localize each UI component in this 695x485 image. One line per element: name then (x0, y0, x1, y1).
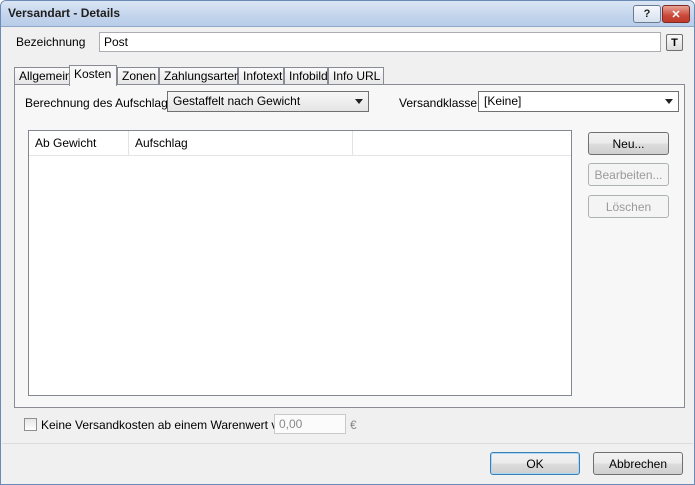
cancel-button[interactable]: Abbrechen (593, 452, 683, 475)
tab-zonen[interactable]: Zonen (117, 67, 159, 85)
help-button[interactable]: ? (633, 5, 661, 23)
weight-table[interactable]: Ab Gewicht Aufschlag (28, 130, 572, 396)
tab-kosten[interactable]: Kosten (69, 65, 117, 86)
delete-button[interactable]: Löschen (588, 195, 669, 218)
free-shipping-amount-input[interactable]: 0,00 (274, 414, 346, 434)
calc-label: Berechnung des Aufschlags: (25, 96, 178, 110)
title-bar[interactable]: Versandart - Details ? ✕ (1, 1, 694, 27)
ok-button[interactable]: OK (490, 452, 580, 475)
class-select[interactable]: [Keine] (478, 91, 679, 112)
name-label: Bezeichnung (16, 35, 86, 49)
window-title: Versandart - Details (8, 6, 121, 20)
class-label: Versandklasse: (399, 96, 481, 110)
translate-button[interactable]: T (666, 34, 683, 51)
dialog-window: Versandart - Details ? ✕ Bezeichnung Pos… (0, 0, 695, 485)
tab-info-url[interactable]: Info URL (328, 67, 384, 85)
tab-zahlungsarten[interactable]: Zahlungsarten (159, 67, 241, 85)
free-shipping-label: Keine Versandkosten ab einem Warenwert v… (41, 418, 291, 432)
close-button[interactable]: ✕ (662, 5, 690, 23)
chevron-down-icon (665, 99, 673, 104)
free-shipping-checkbox[interactable] (24, 418, 37, 431)
column-header-ab-gewicht[interactable]: Ab Gewicht (29, 131, 129, 155)
tab-infobild[interactable]: Infobild (284, 67, 328, 85)
edit-button[interactable]: Bearbeiten... (588, 163, 669, 186)
column-header-empty (353, 131, 571, 155)
column-header-aufschlag[interactable]: Aufschlag (129, 131, 353, 155)
class-select-value: [Keine] (484, 94, 522, 108)
name-input[interactable]: Post (99, 32, 661, 52)
chevron-down-icon (355, 99, 363, 104)
tab-allgemein[interactable]: Allgemein (14, 67, 72, 85)
table-header: Ab Gewicht Aufschlag (29, 131, 571, 156)
calc-select-value: Gestaffelt nach Gewicht (173, 94, 301, 108)
footer-divider (2, 443, 693, 444)
currency-label: € (350, 418, 357, 432)
calc-select[interactable]: Gestaffelt nach Gewicht (167, 91, 369, 112)
new-button[interactable]: Neu... (588, 132, 669, 155)
tab-infotext[interactable]: Infotext (238, 67, 284, 85)
